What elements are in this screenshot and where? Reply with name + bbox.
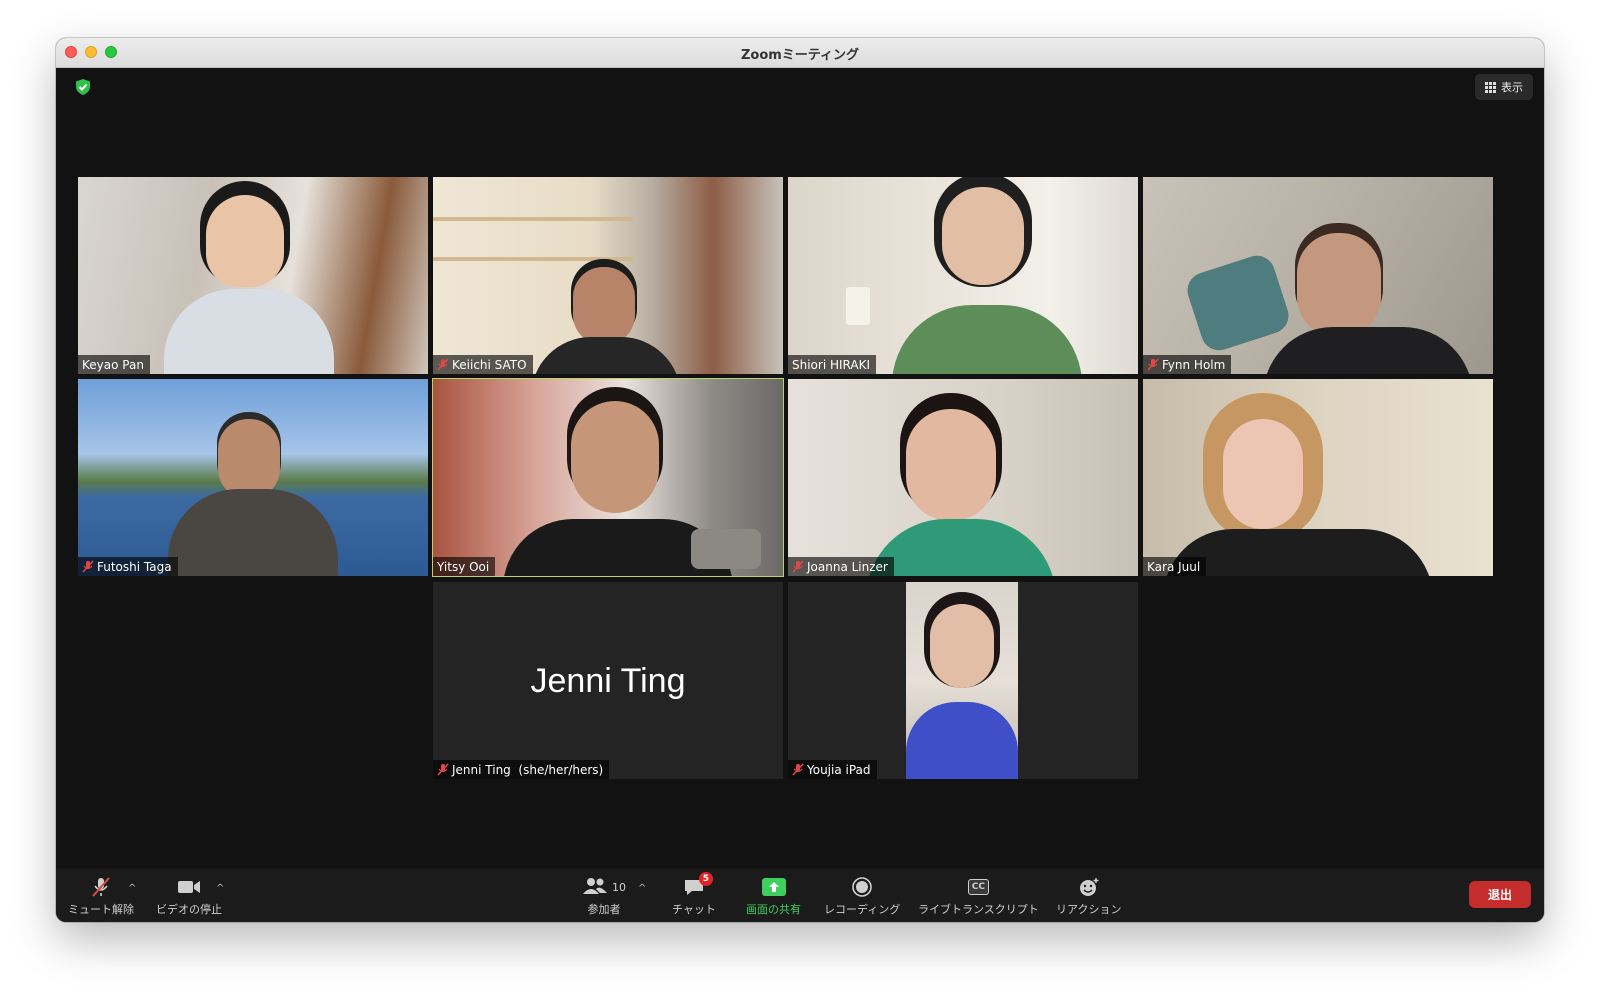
audio-options-chevron-up-icon[interactable]: ^ (128, 883, 136, 894)
participant-name: Joanna Linzer (807, 559, 888, 574)
leave-meeting-button[interactable]: 退出 (1469, 881, 1531, 908)
participant-video (788, 379, 1138, 576)
video-tile[interactable]: Futoshi Taga (78, 379, 428, 576)
participants-label: 参加者 (587, 903, 621, 916)
muted-mic-icon (792, 560, 804, 573)
window-title: Zoomミーティング (740, 48, 860, 63)
share-screen-button[interactable]: 画面の共有 (746, 875, 801, 917)
share-screen-label: 画面の共有 (746, 903, 801, 916)
video-camera-icon (176, 875, 202, 899)
muted-mic-icon (82, 560, 94, 573)
security-shield-icon[interactable] (74, 78, 92, 96)
participants-options-chevron-up-icon[interactable]: ^ (638, 883, 646, 894)
participant-name: Kara Juul (1147, 559, 1201, 574)
participant-video (1143, 379, 1493, 576)
grid-view-icon (1485, 81, 1496, 93)
participants-count: 10 (612, 880, 626, 894)
participant-name: Keyao Pan (82, 357, 144, 372)
muted-microphone-icon (89, 875, 113, 899)
video-off-tile[interactable]: Jenni Ting Jenni Ting (she/her/hers) (433, 582, 783, 779)
title-bar: Zoomミーティング (56, 38, 1544, 68)
participant-video (433, 177, 783, 374)
participant-name-tag: Youjia iPad (788, 760, 877, 779)
participant-name: Keiichi SATO (452, 357, 527, 372)
participant-name-tag: Kara Juul (1143, 557, 1207, 576)
participant-name: Shiori HIRAKI (792, 357, 871, 372)
participant-video (433, 379, 783, 576)
video-tile[interactable]: Keyao Pan (78, 177, 428, 374)
participant-name-tag: Shiori HIRAKI (788, 355, 877, 374)
participant-name: Yitsy Ooi (437, 559, 490, 574)
participant-name-tag: Yitsy Ooi (433, 557, 496, 576)
participant-name-tag: Keyao Pan (78, 355, 150, 374)
participant-name: Jenni Ting (she/her/hers) (452, 762, 604, 777)
unmute-button[interactable]: ミュート解除 (68, 875, 134, 917)
reactions-label: リアクション (1056, 903, 1122, 916)
video-tile[interactable]: Shiori HIRAKI (788, 177, 1138, 374)
zoom-meeting-window: Zoomミーティング 表示 Keyao Pan Keiichi SATO Shi… (56, 38, 1544, 922)
video-tile[interactable]: Youjia iPad (788, 582, 1138, 779)
muted-mic-icon (437, 358, 449, 371)
participant-name-tag: Fynn Holm (1143, 355, 1232, 374)
video-options-chevron-up-icon[interactable]: ^ (216, 883, 224, 894)
cc-icon-text: CC (967, 879, 989, 895)
record-button[interactable]: レコーディング (824, 875, 900, 917)
closed-caption-icon: CC (967, 875, 989, 899)
video-tile-active-speaker[interactable]: Yitsy Ooi (432, 378, 784, 577)
participant-name-tag: Keiichi SATO (433, 355, 533, 374)
muted-mic-icon (437, 763, 449, 776)
live-transcript-button[interactable]: CC ライブトランスクリプト (918, 875, 1039, 917)
participant-video (1143, 177, 1493, 374)
participant-name-tag: Jenni Ting (she/her/hers) (433, 760, 610, 779)
participant-name-tag: Joanna Linzer (788, 557, 894, 576)
participants-icon (582, 875, 608, 900)
view-button[interactable]: 表示 (1475, 74, 1533, 100)
participant-video (788, 177, 1138, 374)
participant-name: Youjia iPad (807, 762, 871, 777)
chat-bubble-icon: 5 (682, 872, 713, 899)
video-tile[interactable]: Joanna Linzer (788, 379, 1138, 576)
reaction-smiley-icon (1077, 875, 1101, 899)
view-button-label: 表示 (1501, 81, 1523, 94)
participant-video (78, 379, 428, 576)
video-tile[interactable]: Fynn Holm (1143, 177, 1493, 374)
video-tile[interactable]: Kara Juul (1143, 379, 1493, 576)
participant-display-name: Jenni Ting (530, 662, 686, 700)
record-label: レコーディング (824, 903, 901, 916)
share-screen-arrow-icon (761, 875, 787, 899)
record-icon (851, 875, 873, 899)
meeting-toolbar: ミュート解除 ^ ビデオの停止 ^ 10 参加者 ^ 5 チャット 画面の共有 … (56, 869, 1544, 922)
unmute-label: ミュート解除 (68, 903, 134, 916)
chat-label: チャット (672, 903, 716, 916)
stop-video-button[interactable]: ビデオの停止 (156, 875, 222, 917)
reactions-button[interactable]: リアクション (1056, 875, 1121, 917)
participants-button[interactable]: 10 参加者 (582, 875, 626, 917)
chat-button[interactable]: 5 チャット (672, 872, 716, 917)
stop-video-label: ビデオの停止 (156, 903, 222, 916)
participant-name: Futoshi Taga (97, 559, 172, 574)
video-tile[interactable]: Keiichi SATO (433, 177, 783, 374)
participant-video (78, 177, 428, 374)
participant-name: Fynn Holm (1162, 357, 1226, 372)
participant-name-tag: Futoshi Taga (78, 557, 178, 576)
muted-mic-icon (792, 763, 804, 776)
chat-unread-badge: 5 (698, 872, 713, 886)
live-transcript-label: ライブトランスクリプト (918, 903, 1039, 916)
muted-mic-icon (1147, 358, 1159, 371)
participant-video (906, 582, 1018, 779)
